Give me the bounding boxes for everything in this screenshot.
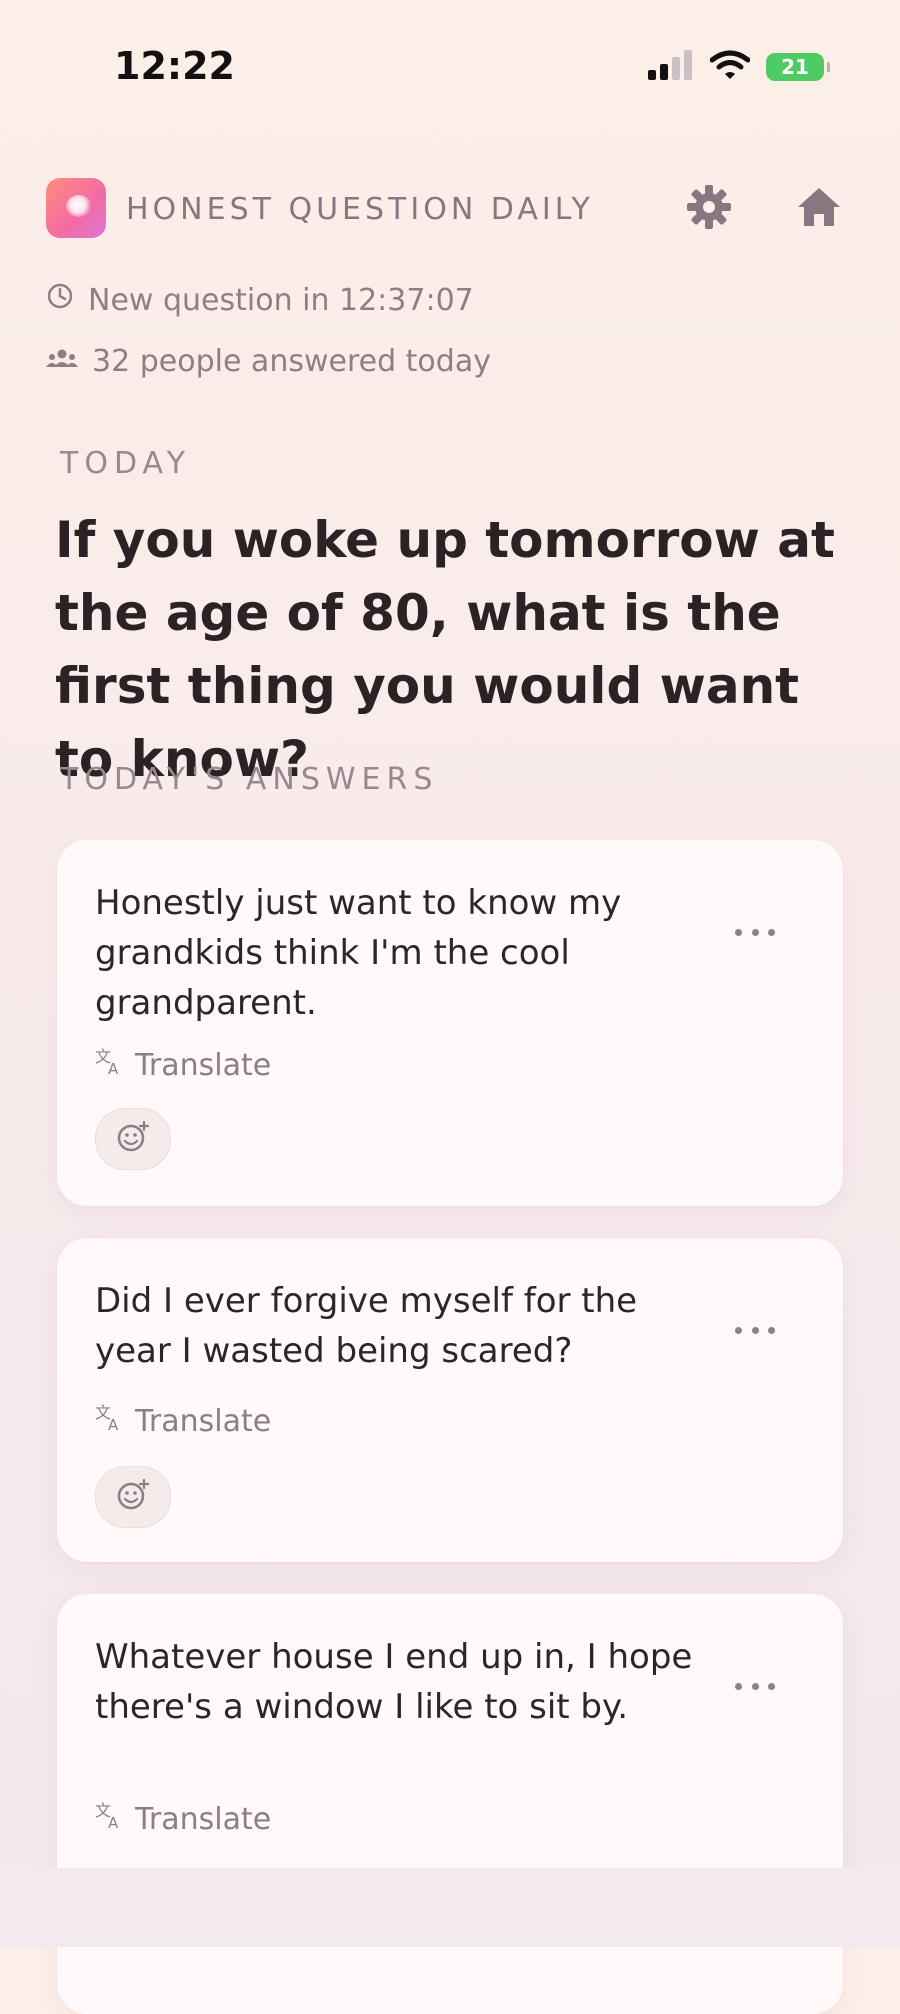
battery-level: 21 <box>781 55 809 79</box>
more-options-button[interactable] <box>735 922 775 942</box>
svg-text:A: A <box>108 1416 119 1432</box>
status-time: 12:22 <box>114 44 235 88</box>
settings-button[interactable] <box>682 182 736 236</box>
status-icons: 21 <box>648 50 830 84</box>
more-icon <box>735 928 742 936</box>
countdown-text: New question in 12:37:07 <box>88 282 474 318</box>
answer-text: Whatever house I end up in, I hope there… <box>95 1637 693 1727</box>
answered-count-text: 32 people answered today <box>92 344 491 379</box>
svg-text:A: A <box>108 1814 119 1830</box>
translate-button[interactable]: 文 A Translate <box>95 1046 271 1084</box>
add-reaction-button[interactable] <box>95 1466 171 1528</box>
translate-icon: 文 A <box>95 1046 125 1084</box>
daily-question: If you woke up tomorrow at the age of 80… <box>55 511 835 788</box>
countdown-row: New question in 12:37:07 <box>46 282 474 318</box>
translate-button[interactable]: 文 A Translate <box>95 1800 271 1838</box>
today-label: TODAY <box>60 446 192 481</box>
answer-card: Did I ever forgive myself for the year I… <box>57 1238 843 1562</box>
translate-label: Translate <box>135 1403 272 1439</box>
app-header: HONEST QUESTION DAILY <box>46 178 854 240</box>
home-icon <box>796 186 842 232</box>
gear-icon <box>686 184 732 234</box>
signal-icon <box>648 50 694 84</box>
home-button[interactable] <box>792 182 846 236</box>
translate-button[interactable]: 文 A Translate <box>95 1402 271 1440</box>
translate-icon: 文 A <box>95 1800 125 1838</box>
more-options-button[interactable] <box>735 1676 775 1696</box>
translate-label: Translate <box>135 1047 272 1083</box>
more-icon <box>735 1326 742 1334</box>
more-options-button[interactable] <box>735 1320 775 1340</box>
app-logo <box>46 178 106 238</box>
clock-icon <box>46 282 74 318</box>
add-reaction-icon <box>116 1120 150 1158</box>
add-reaction-icon <box>116 1478 150 1516</box>
add-reaction-button[interactable] <box>95 1108 171 1170</box>
app-title: HONEST QUESTION DAILY <box>126 192 594 227</box>
answered-row: 32 people answered today <box>46 344 491 379</box>
answer-card: Whatever house I end up in, I hope there… <box>57 1594 843 2014</box>
battery-icon: 21 <box>766 53 830 81</box>
answer-text: Honestly just want to know my grandkids … <box>95 883 622 1023</box>
translate-icon: 文 A <box>95 1402 125 1440</box>
status-bar: 12:22 21 <box>0 0 900 130</box>
answer-card: Honestly just want to know my grandkids … <box>57 840 843 1206</box>
translate-label: Translate <box>135 1801 272 1837</box>
bottom-safe-area <box>0 1868 900 1947</box>
wifi-icon <box>709 50 751 84</box>
more-icon <box>735 1682 742 1690</box>
svg-text:A: A <box>108 1060 119 1076</box>
people-icon <box>46 344 78 379</box>
answer-text: Did I ever forgive myself for the year I… <box>95 1281 638 1371</box>
answers-label: TODAY'S ANSWERS <box>60 762 439 797</box>
